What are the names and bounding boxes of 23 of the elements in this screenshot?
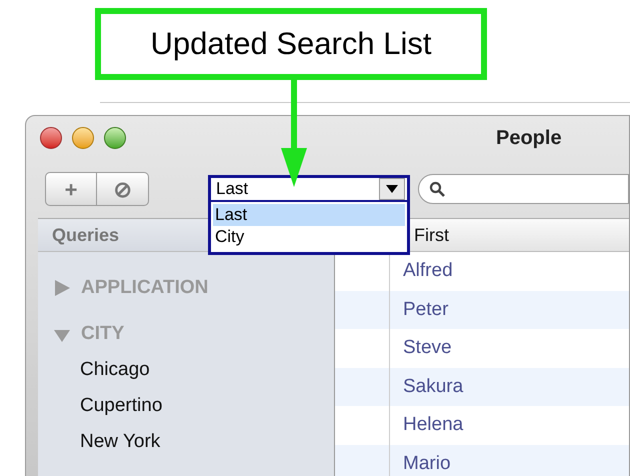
sidebar-item[interactable]: Chicago bbox=[80, 352, 334, 388]
search-field[interactable] bbox=[418, 174, 629, 204]
window-title: People bbox=[496, 126, 562, 151]
close-button[interactable] bbox=[40, 127, 62, 149]
table-cell[interactable]: Helena bbox=[390, 406, 464, 445]
table-cell[interactable]: Steve bbox=[390, 329, 452, 368]
zoom-button[interactable] bbox=[104, 127, 126, 149]
sidebar-item[interactable]: New York bbox=[80, 424, 334, 460]
add-button[interactable]: + bbox=[45, 172, 97, 206]
table-cell[interactable]: Alfred bbox=[390, 252, 453, 291]
dropdown-option[interactable]: Last bbox=[213, 204, 405, 226]
sidebar-item[interactable]: Cupertino bbox=[80, 388, 334, 424]
search-type-dropdown[interactable]: Last bbox=[208, 175, 410, 203]
table-cell[interactable]: Peter bbox=[390, 290, 448, 330]
collapsed-triangle-icon[interactable] bbox=[53, 279, 71, 297]
minimize-button[interactable] bbox=[72, 127, 94, 149]
remove-button[interactable]: ⊘ bbox=[97, 172, 149, 206]
group-label: CITY bbox=[81, 322, 124, 346]
dropdown-value: Last bbox=[215, 178, 250, 200]
callout-box: Updated Search List bbox=[95, 8, 487, 80]
search-icon bbox=[429, 181, 445, 197]
sidebar-header: Queries bbox=[52, 224, 120, 246]
group-label: APPLICATION bbox=[81, 276, 208, 300]
